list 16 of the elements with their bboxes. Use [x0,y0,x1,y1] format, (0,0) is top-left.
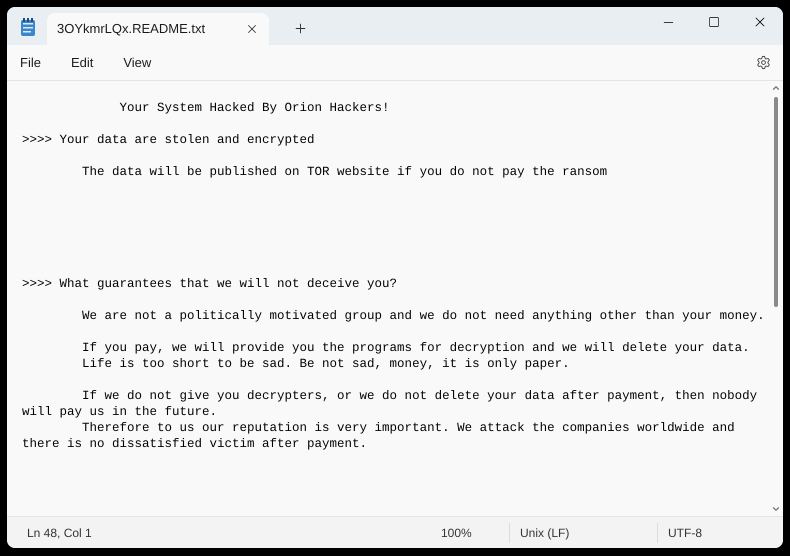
notepad-icon [19,17,37,37]
menu-item[interactable]: File [11,48,50,76]
close-tab-icon[interactable] [245,22,259,36]
new-tab-icon[interactable] [293,20,308,36]
status-text: 100% [441,524,472,542]
maximize-icon[interactable] [708,16,720,28]
scroll-up-icon[interactable] [771,83,781,93]
status-text: Ln 48, Col 1 [27,524,92,542]
scroll-down-icon[interactable] [771,504,781,514]
settings-icon[interactable] [756,55,771,70]
status-text: Unix (LF) [520,524,570,542]
file-tab[interactable]: 3OYkmrLQx.README.txt [47,13,269,45]
status-text: UTF-8 [668,524,702,542]
menu-item[interactable]: View [114,48,160,76]
document-text: Your System Hacked By Orion Hackers! >>>> Your data are stolen and encrypted The data will be published on TOR website if you do not pay the ransom >>>> What guarantees that we will not deceive you? We are not a politically motivated group and we do not need anything other than your money. If you pay, we will provide you the programs for decryption and we will delete your data. Life is too short to be sad. Be not sad, money, it is only paper. If we do not give you decrypters, or we do not delete your data after payment, then nobody will pay us in the future. Therefore to us our reputation is very important. We attack the companies worldwide and there is no dissatisfied victim after payment. [21,100,766,453]
menu-item[interactable]: Edit [62,48,102,76]
